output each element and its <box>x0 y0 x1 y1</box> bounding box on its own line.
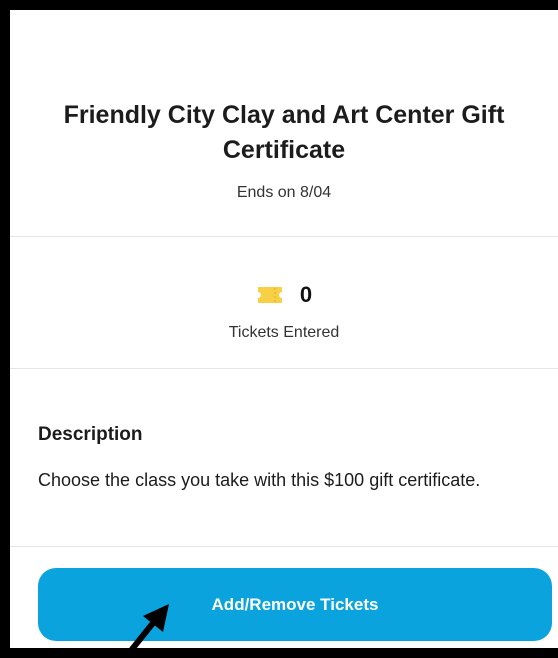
ticket-icon <box>257 287 282 303</box>
divider <box>10 368 558 369</box>
tickets-entered-row: 0 <box>10 282 558 308</box>
pointer-arrow-icon <box>122 604 169 658</box>
gift-detail-panel: Friendly City Clay and Art Center Gift C… <box>10 10 558 648</box>
add-remove-tickets-label: Add/Remove Tickets <box>211 594 379 614</box>
gift-title: Friendly City Clay and Art Center Gift C… <box>63 101 505 164</box>
description-heading: Description <box>38 424 143 445</box>
screenshot-frame: Friendly City Clay and Art Center Gift C… <box>0 0 558 658</box>
tickets-entered-label: Tickets Entered <box>228 324 340 341</box>
description-text: Choose the class you take with this $100… <box>38 470 481 490</box>
divider <box>10 236 558 237</box>
end-date: Ends on 8/04 <box>236 184 332 201</box>
divider <box>10 546 558 547</box>
ticket-count: 0 <box>299 282 313 307</box>
